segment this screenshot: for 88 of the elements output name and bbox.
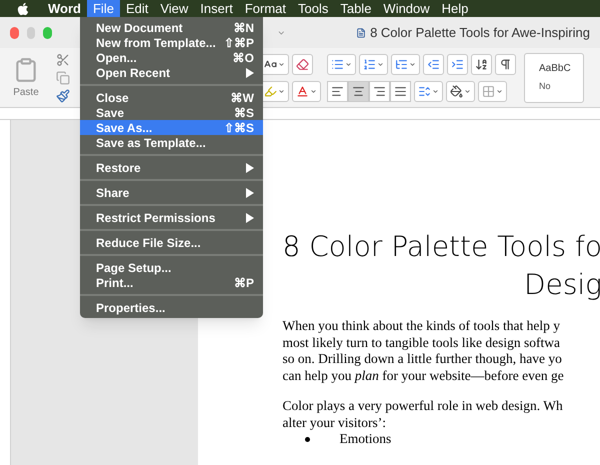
style-gallery[interactable]: AaBbC No [524,52,584,102]
align-icon [373,84,386,98]
numbered-list-icon [363,58,376,70]
menu-item[interactable]: New from Template... ⇧⌘P [80,35,263,50]
font-color-button[interactable] [292,80,321,102]
menu-bar-item[interactable]: Table [334,0,378,17]
bullet-list-icon [331,58,344,70]
menu-item[interactable]: Print... ⌘P [80,275,263,290]
menu-bar-item[interactable]: File [86,0,120,17]
menu-bar-item[interactable]: Help [436,0,474,17]
menu-item[interactable]: Reduce File Size... [80,235,263,250]
bullet-item: Emotions [340,431,392,448]
caret-icon [377,60,384,68]
submenu-arrow-icon [246,162,254,172]
font-color-icon [296,84,309,98]
indent-decrease-icon [427,58,440,70]
numbering-button[interactable] [359,54,388,74]
multilevel-list-button[interactable] [391,54,420,74]
menu-item[interactable]: Save as Template... [80,135,263,150]
document-title: 8 Color Palette Tools fo [282,229,600,265]
align-icon [331,84,344,98]
style-preview: AaBbC [539,62,572,76]
align-button[interactable] [327,80,348,102]
clear-formatting-button[interactable] [292,54,313,74]
increase-indent-button[interactable] [447,54,468,74]
menu-bar-item[interactable]: Tools [292,0,334,17]
caret-icon [278,88,285,94]
menu-item[interactable]: Save ⌘S [80,105,263,120]
caret-icon [278,60,285,68]
menu-item[interactable]: Properties... [80,300,263,315]
submenu-arrow-icon [246,188,254,198]
menu-item[interactable]: Share [80,185,263,200]
highlighter-icon [264,84,277,98]
caret-icon [310,88,317,94]
submenu-arrow-icon [246,68,254,78]
caret-icon [345,60,352,68]
shading-button[interactable] [446,80,475,102]
indent-increase-icon [451,58,464,70]
menu-item[interactable]: Open... ⌘O [80,50,263,65]
style-name: No [539,80,552,94]
highlight-button[interactable] [260,80,289,102]
paragraph: Color plays a very powerful role in web design. Wh alter your visitors’: [282,398,564,431]
caret-icon [496,88,503,94]
document-title: Desig [524,267,600,303]
window-title: 8 Color Palette Tools for Awe-Inspiring [370,24,590,42]
menu-item[interactable]: Save As... ⇧⌘S [80,120,263,135]
close-button[interactable] [10,26,19,38]
paint-bucket-icon [450,84,463,98]
multilevel-list-icon [395,58,408,70]
pilcrow-icon [499,58,512,70]
cut-icon[interactable] [56,52,70,66]
line-spacing-icon [418,84,431,98]
bullets-button[interactable] [327,54,356,74]
caret-icon [409,60,416,68]
menu-item[interactable]: Restrict Permissions [80,210,263,225]
sort-button[interactable] [471,54,492,74]
apple-icon[interactable] [16,2,30,16]
menu-bar-item[interactable]: Insert [194,0,239,17]
line-spacing-button[interactable] [414,80,443,102]
submenu-arrow-icon [246,212,254,222]
sort-icon [475,58,488,70]
menu-bar-item[interactable]: Format [238,0,292,17]
menu-bar-item[interactable]: Window [377,0,436,17]
change-case-button[interactable] [260,54,289,74]
menu-item[interactable]: New Document ⌘N [80,20,263,35]
eraser-icon [296,58,309,70]
caret-icon [432,88,439,94]
format-painter-icon[interactable] [56,88,70,102]
align-button[interactable] [369,80,390,102]
align-button[interactable] [390,80,411,102]
align-icon [352,84,365,98]
pilcrow-button[interactable] [495,54,516,74]
caret-icon [464,88,471,94]
menu-bar-item[interactable]: View [154,0,194,17]
menu-item[interactable]: Page Setup... [80,260,263,275]
menu-item[interactable]: Close ⌘W [80,90,263,105]
copy-icon[interactable] [56,70,70,84]
paragraph: When you think about the kinds of tools that help y most likely turn to tangible tools like design softwa so on. Drilling down a little further though, have yo can help you plan for your website—before even ge [282,318,565,384]
align-icon [394,84,407,98]
menu-item[interactable]: Open Recent [80,65,263,80]
menu-bar-item[interactable]: Word [42,0,87,17]
document-icon [356,26,366,40]
decrease-indent-button[interactable] [423,54,444,74]
menu-item[interactable]: Restore [80,160,263,175]
menu-bar-item[interactable]: Edit [120,0,154,17]
align-button[interactable] [348,80,369,102]
paste-label[interactable]: Paste [13,85,39,100]
grid-icon [482,84,495,98]
